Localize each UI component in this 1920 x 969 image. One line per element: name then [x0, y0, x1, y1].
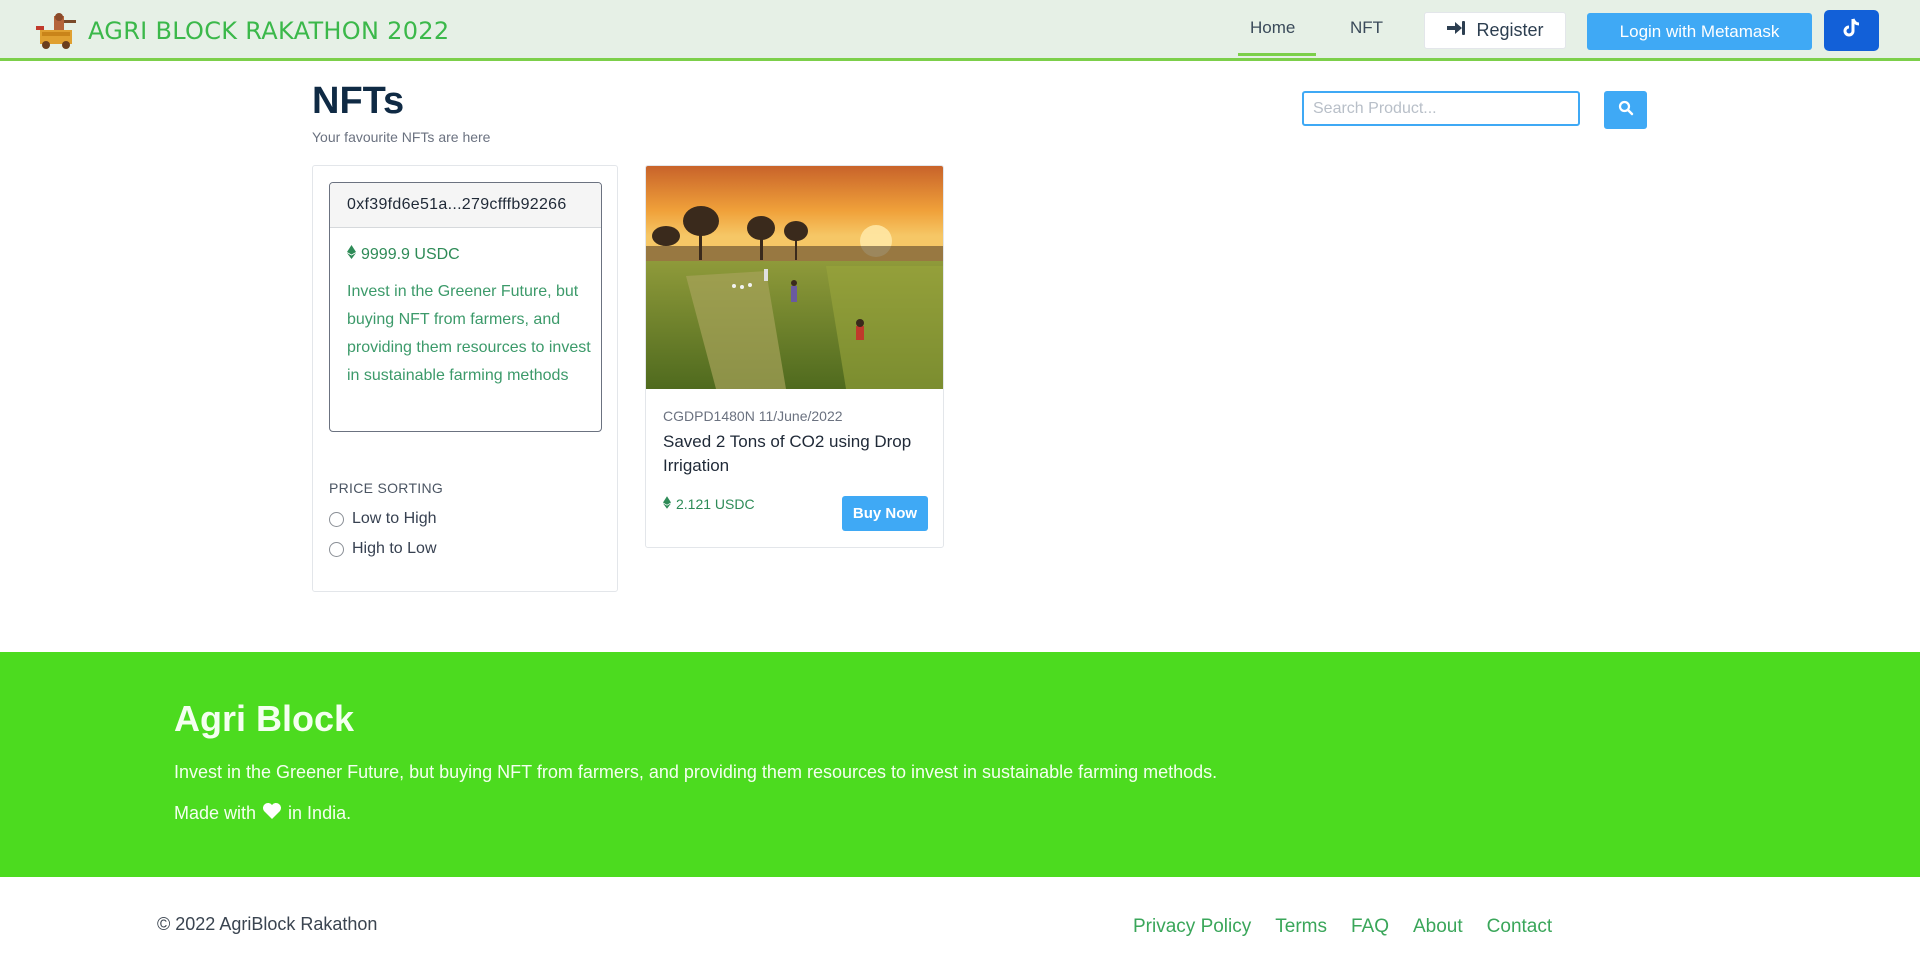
- footer-made-with: Made with in India.: [174, 802, 351, 825]
- nav-nft[interactable]: NFT: [1350, 18, 1383, 38]
- sort-high-to-low[interactable]: High to Low: [329, 540, 437, 558]
- product-meta: CGDPD1480N 11/June/2022: [663, 408, 843, 424]
- radio-button[interactable]: [329, 511, 344, 527]
- footer-description: Invest in the Greener Future, but buying…: [174, 762, 1218, 782]
- page-subtitle: Your favourite NFTs are here: [312, 129, 491, 145]
- ethereum-icon: [663, 496, 671, 512]
- footer-link-contact[interactable]: Contact: [1487, 916, 1552, 938]
- wallet-price-value: 9999.9 USDC: [361, 245, 460, 263]
- login-metamask-button[interactable]: Login with Metamask: [1587, 13, 1812, 50]
- heart-icon: [262, 802, 282, 825]
- footer-link-faq[interactable]: FAQ: [1351, 916, 1389, 938]
- made-with-prefix: Made with: [174, 803, 257, 823]
- register-label: Register: [1476, 20, 1544, 40]
- sort-low-to-high[interactable]: Low to High: [329, 510, 437, 528]
- sort-option-label: Low to High: [352, 510, 437, 527]
- register-button[interactable]: Register: [1424, 12, 1566, 49]
- footer-link-privacy[interactable]: Privacy Policy: [1133, 916, 1251, 938]
- brand[interactable]: AGRI BLOCK RAKATHON 2022: [34, 12, 449, 50]
- made-with-suffix: in India.: [288, 803, 352, 823]
- brand-title: AGRI BLOCK RAKATHON 2022: [88, 17, 450, 45]
- footer-title: Agri Block: [174, 698, 355, 739]
- nav-active-indicator: [1238, 53, 1316, 56]
- product-price: 2.121 USDC: [663, 496, 755, 512]
- wallet-price: 9999.9 USDC: [347, 245, 460, 264]
- search-input[interactable]: [1302, 91, 1580, 126]
- sign-in-icon: [1446, 20, 1466, 41]
- ethereum-icon: [347, 245, 356, 264]
- top-navbar: AGRI BLOCK RAKATHON 2022 Home NFT Regist…: [0, 0, 1920, 61]
- product-title[interactable]: Saved 2 Tons of CO2 using Drop Irrigatio…: [663, 430, 933, 478]
- product-price-value: 2.121 USDC: [676, 496, 755, 512]
- wallet-address: 0xf39fd6e51a...279cfffb92266: [330, 183, 601, 228]
- search-icon: [1618, 100, 1634, 121]
- radio-button[interactable]: [329, 541, 344, 557]
- buy-now-button[interactable]: Buy Now: [842, 496, 928, 531]
- tiktok-button[interactable]: [1824, 10, 1879, 51]
- footer-links: Privacy Policy Terms FAQ About Contact: [1133, 916, 1552, 938]
- footer-link-about[interactable]: About: [1413, 916, 1463, 938]
- tiktok-icon: [1841, 17, 1863, 44]
- search-button[interactable]: [1604, 91, 1647, 129]
- sort-option-label: High to Low: [352, 540, 437, 557]
- product-image[interactable]: [646, 166, 943, 389]
- copyright: © 2022 AgriBlock Rakathon: [157, 914, 378, 934]
- farmer-cart-icon: [34, 12, 80, 50]
- price-sorting-title: PRICE SORTING: [329, 480, 444, 496]
- footer-band: Agri Block Invest in the Greener Future,…: [0, 652, 1920, 877]
- nav-home[interactable]: Home: [1250, 18, 1295, 38]
- wallet-info-box: 0xf39fd6e51a...279cfffb92266 9999.9 USDC…: [329, 182, 602, 432]
- page-title: NFTs: [312, 80, 405, 122]
- filter-sidebar: 0xf39fd6e51a...279cfffb92266 9999.9 USDC…: [312, 165, 618, 592]
- nft-product-card[interactable]: CGDPD1480N 11/June/2022 Saved 2 Tons of …: [645, 165, 944, 548]
- footer-link-terms[interactable]: Terms: [1275, 916, 1327, 938]
- wallet-description: Invest in the Greener Future, but buying…: [347, 283, 591, 384]
